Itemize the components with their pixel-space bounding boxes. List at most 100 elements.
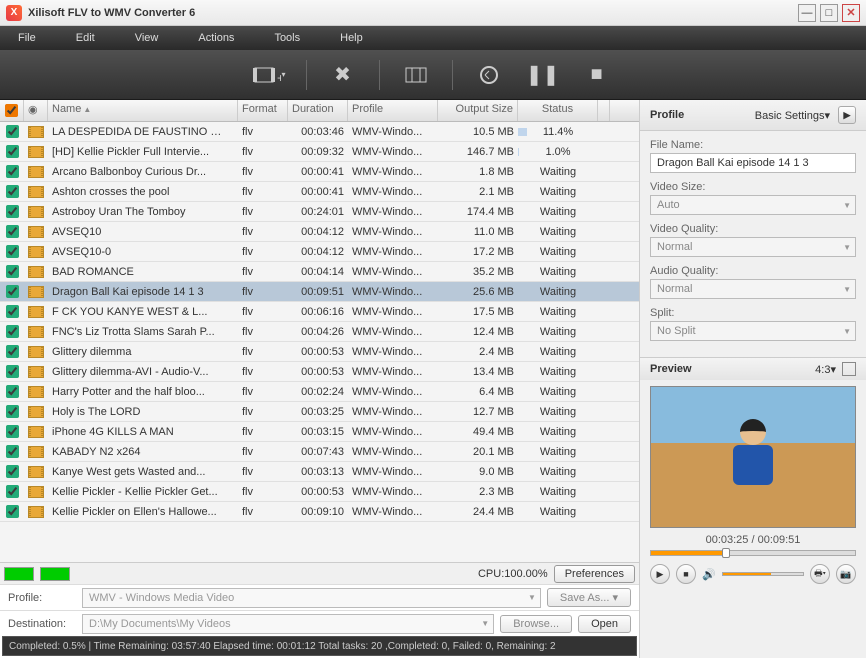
volume-slider[interactable] <box>722 572 804 576</box>
table-row[interactable]: FNC's Liz Trotta Slams Sarah P... flv 00… <box>0 322 639 342</box>
videoquality-select[interactable]: Normal▼ <box>650 237 856 257</box>
row-checkbox[interactable] <box>6 325 19 338</box>
table-row[interactable]: Harry Potter and the half bloo... flv 00… <box>0 382 639 402</box>
table-row[interactable]: F CK YOU KANYE WEST & L... flv 00:06:16 … <box>0 302 639 322</box>
stop-button[interactable]: ■ <box>579 57 615 93</box>
film-icon <box>28 426 44 438</box>
file-list[interactable]: LA DESPEDIDA DE FAUSTINO … flv 00:03:46 … <box>0 122 639 562</box>
preview-screen[interactable] <box>650 386 856 528</box>
table-row[interactable]: AVSEQ10 flv 00:04:12 WMV-Windo... 11.0 M… <box>0 222 639 242</box>
cell-status: 1.0% <box>518 146 598 158</box>
clip-button[interactable] <box>398 57 434 93</box>
menu-view[interactable]: View <box>135 32 159 44</box>
close-button[interactable]: ✕ <box>842 4 860 22</box>
menu-file[interactable]: File <box>18 32 36 44</box>
snapshot-button[interactable]: 📷 <box>836 564 856 584</box>
header-name[interactable]: Name <box>48 100 238 121</box>
row-checkbox[interactable] <box>6 505 19 518</box>
profile-combo[interactable]: WMV - Windows Media Video▼ <box>82 588 541 608</box>
add-file-button[interactable]: +▾ <box>252 57 288 93</box>
cell-size: 25.6 MB <box>438 286 518 298</box>
pause-button[interactable]: ❚❚ <box>525 57 561 93</box>
row-checkbox[interactable] <box>6 185 19 198</box>
row-checkbox[interactable] <box>6 445 19 458</box>
table-row[interactable]: Ashton crosses the pool flv 00:00:41 WMV… <box>0 182 639 202</box>
table-row[interactable]: Glittery dilemma flv 00:00:53 WMV-Windo.… <box>0 342 639 362</box>
row-checkbox[interactable] <box>6 485 19 498</box>
settings-dropdown[interactable]: Basic Settings▾ <box>755 109 830 122</box>
minimize-button[interactable]: — <box>798 4 816 22</box>
row-checkbox[interactable] <box>6 365 19 378</box>
table-row[interactable]: Kanye West gets Wasted and... flv 00:03:… <box>0 462 639 482</box>
audioquality-select[interactable]: Normal▼ <box>650 279 856 299</box>
row-checkbox[interactable] <box>6 245 19 258</box>
menu-help[interactable]: Help <box>340 32 363 44</box>
row-checkbox[interactable] <box>6 225 19 238</box>
table-row[interactable]: AVSEQ10-0 flv 00:04:12 WMV-Windo... 17.2… <box>0 242 639 262</box>
play-button[interactable]: ▶ <box>650 564 670 584</box>
select-all-checkbox[interactable] <box>5 104 18 117</box>
save-as-button[interactable]: Save As... ▾ <box>547 588 631 607</box>
row-checkbox[interactable] <box>6 425 19 438</box>
table-row[interactable]: iPhone 4G KILLS A MAN flv 00:03:15 WMV-W… <box>0 422 639 442</box>
row-checkbox[interactable] <box>6 145 19 158</box>
table-row[interactable]: Arcano Balbonboy Curious Dr... flv 00:00… <box>0 162 639 182</box>
row-checkbox[interactable] <box>6 305 19 318</box>
row-checkbox[interactable] <box>6 165 19 178</box>
stop-preview-button[interactable]: ■ <box>676 564 696 584</box>
row-checkbox[interactable] <box>6 385 19 398</box>
preferences-button[interactable]: Preferences <box>554 565 635 583</box>
cell-duration: 00:04:14 <box>288 266 348 278</box>
cell-status: Waiting <box>518 206 598 218</box>
table-row[interactable]: Astroboy Uran The Tomboy flv 00:24:01 WM… <box>0 202 639 222</box>
seek-slider[interactable] <box>650 550 856 556</box>
row-checkbox[interactable] <box>6 205 19 218</box>
table-row[interactable]: Kellie Pickler - Kellie Pickler Get... f… <box>0 482 639 502</box>
split-select[interactable]: No Split▼ <box>650 321 856 341</box>
header-status[interactable]: Status <box>518 100 598 121</box>
row-checkbox[interactable] <box>6 265 19 278</box>
header-icon[interactable]: ◉ <box>24 100 48 121</box>
row-checkbox[interactable] <box>6 285 19 298</box>
header-duration[interactable]: Duration <box>288 100 348 121</box>
browse-button[interactable]: Browse... <box>500 615 572 633</box>
volume-icon[interactable]: 🔊 <box>702 568 716 581</box>
row-checkbox[interactable] <box>6 345 19 358</box>
titlebar: X Xilisoft FLV to WMV Converter 6 — □ ✕ <box>0 0 866 26</box>
aspect-ratio-dropdown[interactable]: 4:3▾ <box>815 363 836 376</box>
header-output-size[interactable]: Output Size <box>438 100 518 121</box>
destination-combo[interactable]: D:\My Documents\My Videos▼ <box>82 614 494 634</box>
filename-input[interactable]: Dragon Ball Kai episode 14 1 3 <box>650 153 856 173</box>
cell-size: 12.7 MB <box>438 406 518 418</box>
snapshot-folder-button[interactable]: 🖶▾ <box>810 564 830 584</box>
cell-profile: WMV-Windo... <box>348 466 438 478</box>
cell-size: 9.0 MB <box>438 466 518 478</box>
fullscreen-button[interactable] <box>842 362 856 376</box>
cell-profile: WMV-Windo... <box>348 426 438 438</box>
open-button[interactable]: Open <box>578 615 631 633</box>
delete-button[interactable]: ✖ <box>325 57 361 93</box>
row-checkbox[interactable] <box>6 125 19 138</box>
cpu-usage: CPU:100.00% <box>478 568 548 580</box>
table-row[interactable]: [HD] Kellie Pickler Full Intervie... flv… <box>0 142 639 162</box>
table-row[interactable]: BAD ROMANCE flv 00:04:14 WMV-Windo... 35… <box>0 262 639 282</box>
table-row[interactable]: Glittery dilemma-AVI - Audio-V... flv 00… <box>0 362 639 382</box>
convert-button[interactable] <box>471 57 507 93</box>
menu-tools[interactable]: Tools <box>274 32 300 44</box>
maximize-button[interactable]: □ <box>820 4 838 22</box>
menu-edit[interactable]: Edit <box>76 32 95 44</box>
table-row[interactable]: Kellie Pickler on Ellen's Hallowe... flv… <box>0 502 639 522</box>
header-format[interactable]: Format <box>238 100 288 121</box>
menu-actions[interactable]: Actions <box>198 32 234 44</box>
table-row[interactable]: LA DESPEDIDA DE FAUSTINO … flv 00:03:46 … <box>0 122 639 142</box>
table-row[interactable]: Dragon Ball Kai episode 14 1 3 flv 00:09… <box>0 282 639 302</box>
row-checkbox[interactable] <box>6 405 19 418</box>
videosize-select[interactable]: Auto▼ <box>650 195 856 215</box>
cell-format: flv <box>238 486 288 498</box>
table-row[interactable]: KABADY N2 x264 flv 00:07:43 WMV-Windo...… <box>0 442 639 462</box>
apply-button[interactable]: ▶ <box>838 106 856 124</box>
table-row[interactable]: Holy is The LORD flv 00:03:25 WMV-Windo.… <box>0 402 639 422</box>
film-icon <box>28 346 44 358</box>
header-profile[interactable]: Profile <box>348 100 438 121</box>
row-checkbox[interactable] <box>6 465 19 478</box>
